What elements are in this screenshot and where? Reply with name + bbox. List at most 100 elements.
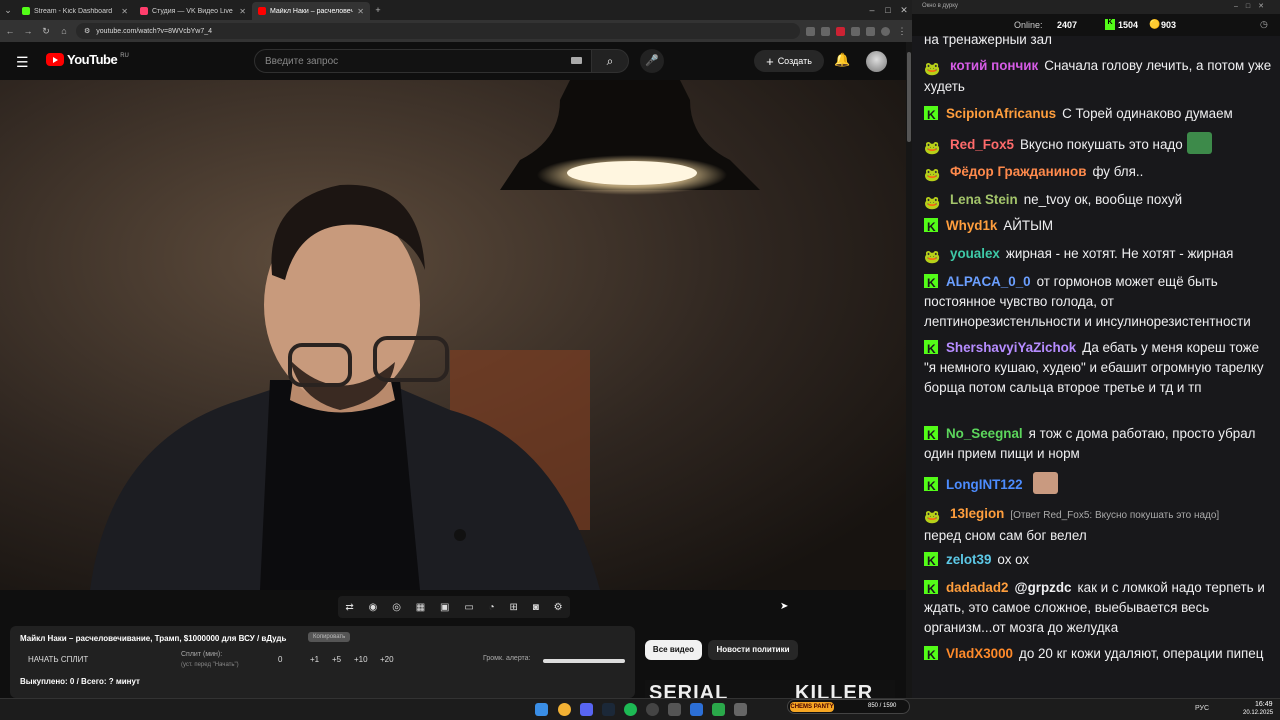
extension-icon[interactable]: [806, 26, 815, 36]
window-icon[interactable]: ▣: [440, 602, 449, 613]
steam-icon[interactable]: [602, 703, 615, 716]
add-5-button[interactable]: +5: [332, 655, 341, 664]
forward-icon[interactable]: →: [22, 26, 34, 36]
close-tab-icon[interactable]: ✕: [357, 7, 364, 16]
start-menu-icon[interactable]: [535, 703, 548, 716]
tab-kick-dashboard[interactable]: Stream - Kick Dashboard ✕: [16, 2, 134, 20]
back-icon[interactable]: ←: [4, 26, 16, 36]
minimize-icon[interactable]: –: [864, 2, 880, 18]
chat-username[interactable]: VladX3000: [946, 646, 1013, 661]
recommended-thumbnail[interactable]: SERIAL KILLER: [645, 680, 895, 698]
chat-username[interactable]: ScipionAfricanus: [946, 106, 1056, 121]
avatar[interactable]: [866, 51, 887, 72]
kick-badge-icon: [924, 645, 938, 665]
youtube-logo[interactable]: YouTube RU: [46, 52, 129, 67]
spotify-icon[interactable]: [624, 703, 637, 716]
chat-username[interactable]: zelot39: [946, 552, 991, 567]
create-button[interactable]: + Создать: [754, 50, 824, 72]
chrome-icon[interactable]: [558, 703, 571, 716]
video-player[interactable]: [0, 80, 906, 590]
chat-mention[interactable]: @grpzdc: [1015, 580, 1072, 595]
camera-icon[interactable]: ◙: [533, 602, 539, 613]
chip-all-videos[interactable]: Все видео: [645, 640, 702, 660]
film-icon[interactable]: ▦: [416, 602, 425, 613]
close-tab-icon[interactable]: ✕: [239, 7, 246, 16]
app-icon[interactable]: [668, 703, 681, 716]
start-split-button[interactable]: НАЧАТЬ СПЛИТ: [28, 655, 88, 664]
voice-search-icon[interactable]: 🎤: [640, 49, 664, 73]
chat-message-list[interactable]: на тренажерный зал 🐸 котий пончик Сначала г…: [912, 36, 1280, 698]
settings-gear-icon[interactable]: ⚙: [554, 602, 563, 613]
eye-icon[interactable]: ◎: [392, 602, 401, 613]
reply-reference: [Ответ Red_Fox5: Вкусно покушать это над…: [1010, 510, 1220, 521]
close-tab-icon[interactable]: ✕: [121, 7, 128, 16]
discord-icon[interactable]: [580, 703, 593, 716]
search-input[interactable]: Введите запрос: [254, 49, 592, 73]
input-language[interactable]: РУС: [1195, 705, 1209, 712]
clock-time[interactable]: 16:49: [1255, 701, 1273, 708]
split-video-title: Майкл Наки – расчеловечивание, Трамп, $1…: [20, 634, 287, 643]
chat-username[interactable]: Red_Fox5: [950, 137, 1014, 152]
obs-icon[interactable]: [646, 703, 659, 716]
chat-message: 🐸 Lena Stein ne_tvoy ок, вообще похуй: [924, 190, 1274, 211]
add-10-button[interactable]: +10: [354, 655, 368, 664]
window-controls[interactable]: –□✕: [1234, 2, 1272, 10]
chat-username[interactable]: котий пончик: [950, 58, 1038, 73]
chat-username[interactable]: youalex: [950, 246, 1000, 261]
vk-badge-icon: 🐸: [924, 249, 941, 264]
theater-icon[interactable]: ▭: [464, 602, 473, 613]
speed-icon[interactable]: ◔: [489, 602, 495, 613]
chat-username[interactable]: Фёдор Гражданинов: [950, 164, 1086, 179]
notifications-bell-icon[interactable]: 🔔: [834, 52, 850, 68]
chat-message: LongINT122: [924, 472, 1274, 496]
tab-youtube-video[interactable]: Майкл Наки – расчеловеч... ✕: [252, 2, 370, 20]
add-20-button[interactable]: +20: [380, 655, 394, 664]
new-tab-button[interactable]: +: [370, 2, 386, 18]
tab-title: Студия — VK Видео Live: [152, 7, 233, 15]
profile-icon[interactable]: [881, 26, 890, 36]
download-icon[interactable]: [866, 26, 875, 36]
chat-username[interactable]: ALPACA_0_0: [946, 274, 1031, 289]
tab-search-icon[interactable]: ⌄: [0, 2, 16, 18]
extension-icon[interactable]: [836, 26, 845, 36]
tab-vk-studio[interactable]: Студия — VK Видео Live ✕: [134, 2, 252, 20]
mouse-cursor-icon: ➤: [780, 601, 789, 612]
chat-username[interactable]: 13legion: [950, 506, 1004, 521]
reload-icon[interactable]: ↻: [40, 26, 52, 37]
timer-icon[interactable]: ◷: [1260, 19, 1268, 30]
chat-username[interactable]: LongINT122: [946, 477, 1023, 492]
app-icon[interactable]: [690, 703, 703, 716]
hamburger-menu-icon[interactable]: ☰: [16, 54, 29, 71]
player-extension-toolbar: ⇄ ◉ ◎ ▦ ▣ ▭ ◔ ⊞ ◙ ⚙: [338, 596, 570, 618]
home-icon[interactable]: ⌂: [58, 26, 70, 36]
maximize-icon[interactable]: □: [880, 2, 896, 18]
chat-message: ALPACA_0_0от гормонов может ещё быть пос…: [924, 272, 1274, 332]
close-window-icon[interactable]: ✕: [896, 2, 912, 18]
loop-icon[interactable]: ⇄: [345, 602, 353, 613]
url-field[interactable]: ⚙ youtube.com/watch?v=8WVcbYw7_4: [76, 23, 800, 39]
chat-username[interactable]: ShershavyiYaZichok: [946, 340, 1076, 355]
chat-username[interactable]: No_Seegnal: [946, 426, 1023, 441]
app-icon[interactable]: [712, 703, 725, 716]
copy-button[interactable]: Копировать: [308, 632, 351, 642]
chat-username[interactable]: dadadad2: [946, 580, 1009, 595]
search-button[interactable]: ⌕: [591, 49, 629, 73]
chip-politics-news[interactable]: Новости политики: [708, 640, 798, 660]
add-1-button[interactable]: +1: [310, 655, 319, 664]
kick-badge-icon: [924, 425, 938, 445]
broadcast-icon[interactable]: ◉: [369, 602, 378, 613]
chat-username[interactable]: Whyd1k: [946, 218, 997, 233]
chat-username[interactable]: Lena Stein: [950, 192, 1018, 207]
scrollbar-thumb[interactable]: [907, 52, 911, 142]
youtube-favicon-icon: [258, 7, 266, 15]
extensions-puzzle-icon[interactable]: [851, 26, 860, 36]
extension-icon[interactable]: [821, 26, 830, 36]
keyboard-icon[interactable]: [571, 57, 582, 64]
site-info-icon[interactable]: ⚙: [84, 27, 90, 35]
clock-date[interactable]: 20.12.2025: [1243, 710, 1273, 716]
alert-volume-slider[interactable]: [543, 659, 625, 663]
add-clip-icon[interactable]: ⊞: [509, 602, 517, 613]
browser-menu-icon[interactable]: ⋮: [896, 26, 908, 37]
emote-image: [1032, 472, 1058, 494]
app-icon[interactable]: [734, 703, 747, 716]
